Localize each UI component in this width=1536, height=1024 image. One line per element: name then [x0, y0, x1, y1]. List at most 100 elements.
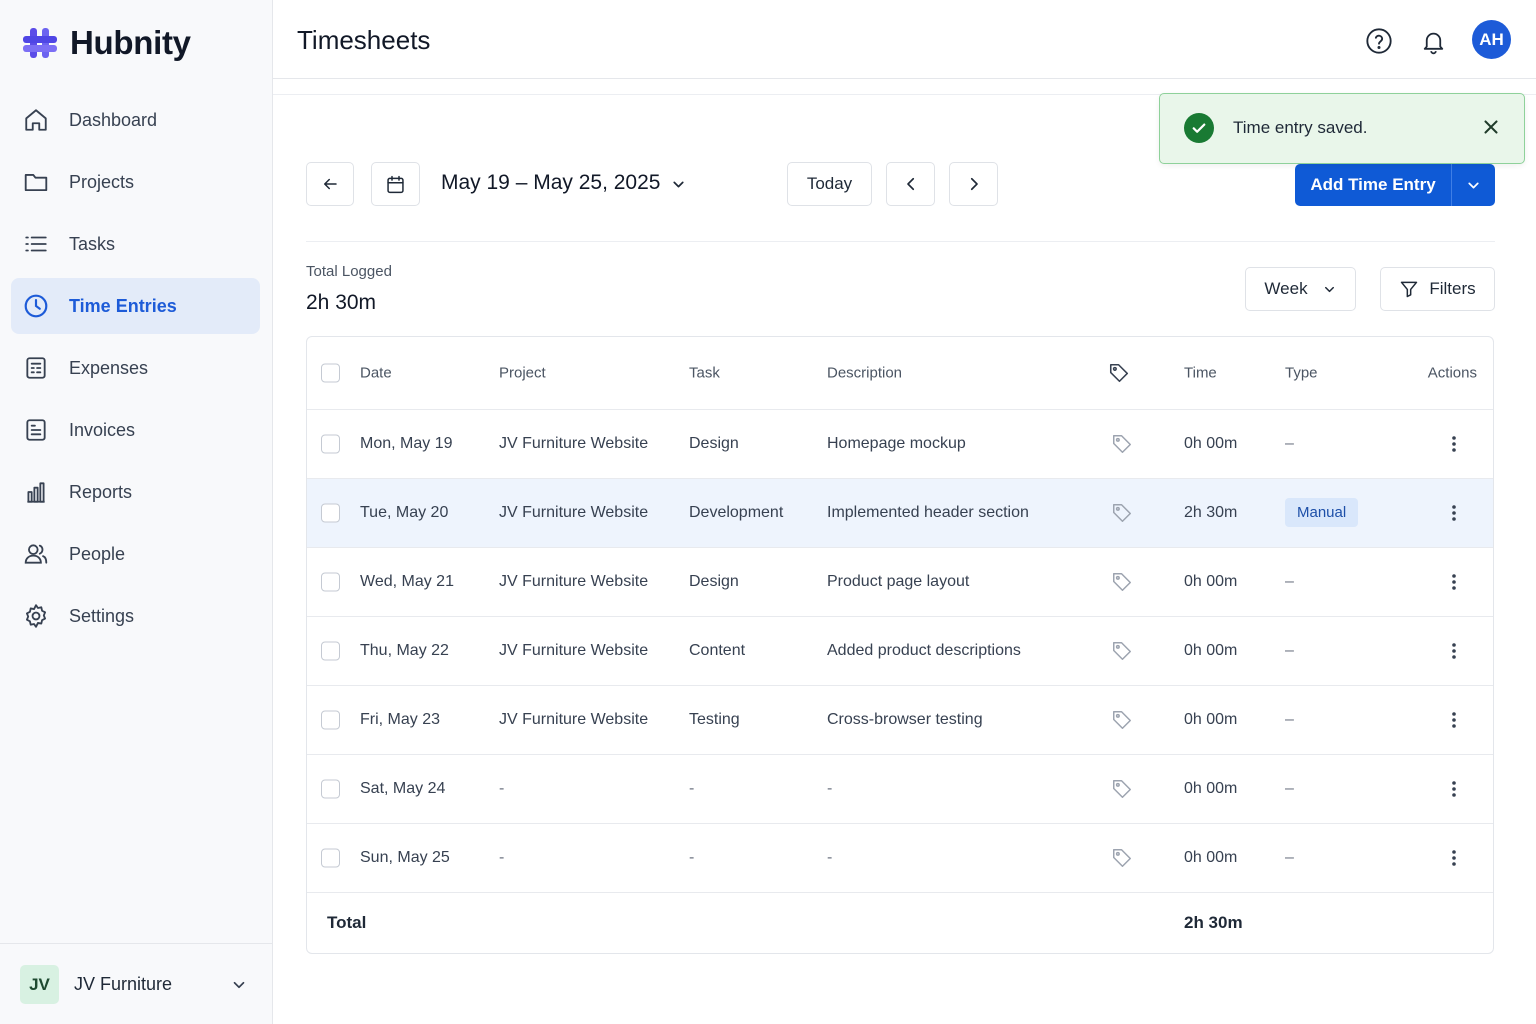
tag-icon[interactable] [1111, 433, 1133, 455]
next-week-button[interactable] [949, 162, 998, 206]
time-cell[interactable]: 0h 00m [1184, 780, 1237, 798]
today-button[interactable]: Today [787, 162, 872, 206]
column-header-project[interactable]: Project [499, 365, 546, 382]
time-cell[interactable]: 0h 00m [1184, 642, 1237, 660]
home-icon [23, 107, 49, 133]
add-time-entry-button[interactable]: Add Time Entry [1295, 164, 1451, 206]
table-row[interactable]: Fri, May 23 JV Furniture Website Testing Cr… [307, 686, 1493, 755]
project-cell[interactable]: JV Furniture Website [499, 573, 648, 591]
more-actions-icon[interactable] [1451, 504, 1457, 522]
more-actions-icon[interactable] [1451, 642, 1457, 660]
top-header [273, 0, 1536, 79]
tag-icon[interactable] [1111, 847, 1133, 869]
sidebar-item-settings[interactable]: Settings [11, 588, 260, 644]
description-cell[interactable]: Cross-browser testing [827, 711, 983, 729]
table-row[interactable]: Sun, May 25 - - - 0h 00m – [307, 824, 1493, 893]
project-cell[interactable]: - [499, 849, 504, 867]
sidebar-item-expenses[interactable]: Expenses [11, 340, 260, 396]
description-cell[interactable]: Implemented header section [827, 504, 1029, 522]
tag-icon[interactable] [1111, 571, 1133, 593]
task-cell[interactable]: - [689, 849, 694, 867]
sidebar-item-tasks[interactable]: Tasks [11, 216, 260, 272]
user-avatar[interactable]: AH [1472, 20, 1511, 59]
sidebar-item-label: Invoices [69, 419, 136, 440]
bell-icon[interactable] [1416, 24, 1450, 58]
column-header-date[interactable]: Date [360, 365, 392, 382]
column-header-time[interactable]: Time [1184, 365, 1217, 382]
more-actions-icon[interactable] [1451, 435, 1457, 453]
app-logo[interactable]: Hubnity [22, 24, 191, 62]
sidebar-item-reports[interactable]: Reports [11, 464, 260, 520]
date-range-label[interactable]: May 19 – May 25, 2025 [441, 171, 660, 195]
project-cell[interactable]: JV Furniture Website [499, 711, 648, 729]
more-actions-icon[interactable] [1451, 849, 1457, 867]
chevron-down-icon[interactable] [230, 976, 248, 994]
more-actions-icon[interactable] [1451, 780, 1457, 798]
task-cell[interactable]: Testing [689, 711, 740, 729]
task-cell[interactable]: Design [689, 435, 739, 453]
row-checkbox[interactable] [321, 503, 340, 523]
back-button[interactable] [306, 162, 354, 206]
total-row-label: Total [327, 912, 367, 932]
sidebar-item-projects[interactable]: Projects [11, 154, 260, 210]
row-checkbox[interactable] [321, 641, 340, 661]
page-title: Timesheets [297, 25, 431, 55]
project-cell[interactable]: JV Furniture Website [499, 504, 648, 522]
project-cell[interactable]: JV Furniture Website [499, 435, 648, 453]
description-cell[interactable]: Added product descriptions [827, 642, 1021, 660]
sidebar-item-invoices[interactable]: Invoices [11, 402, 260, 458]
period-select[interactable]: Week [1245, 267, 1356, 311]
table-row[interactable]: Thu, May 22 JV Furniture Website Content Ad… [307, 617, 1493, 686]
previous-week-button[interactable] [886, 162, 935, 206]
time-cell[interactable]: 0h 00m [1184, 849, 1237, 867]
task-cell[interactable]: Development [689, 504, 783, 522]
close-icon[interactable] [1480, 116, 1502, 138]
tag-icon[interactable] [1111, 502, 1133, 524]
project-cell[interactable]: JV Furniture Website [499, 642, 648, 660]
type-cell: – [1285, 435, 1294, 452]
more-actions-icon[interactable] [1451, 573, 1457, 591]
sidebar-item-people[interactable]: People [11, 526, 260, 582]
row-checkbox[interactable] [321, 572, 340, 592]
description-cell[interactable]: - [827, 849, 832, 867]
description-cell[interactable]: - [827, 780, 832, 798]
table-row[interactable]: Sat, May 24 - - - 0h 00m – [307, 755, 1493, 824]
sidebar-item-label: Reports [69, 481, 133, 502]
column-header-type[interactable]: Type [1285, 365, 1318, 382]
add-options-dropdown-button[interactable] [1451, 164, 1495, 206]
more-actions-icon[interactable] [1451, 711, 1457, 729]
task-cell[interactable]: Design [689, 573, 739, 591]
sidebar-item-label: Dashboard [69, 109, 158, 130]
description-cell[interactable]: Product page layout [827, 573, 969, 591]
date-cell: Mon, May 19 [360, 435, 453, 452]
table-footer-row: Total 2h 30m [307, 891, 1493, 953]
time-cell[interactable]: 0h 00m [1184, 711, 1237, 729]
chevron-down-icon[interactable] [670, 176, 687, 193]
table-row[interactable]: Mon, May 19 JV Furniture Website Design Hom… [307, 410, 1493, 479]
table-row[interactable]: Wed, May 21 JV Furniture Website Design Pro… [307, 548, 1493, 617]
select-all-checkbox[interactable] [321, 363, 340, 383]
time-cell[interactable]: 0h 00m [1184, 435, 1237, 453]
sidebar-item-dashboard[interactable]: Dashboard [11, 92, 260, 148]
time-cell[interactable]: 0h 00m [1184, 573, 1237, 591]
tag-icon[interactable] [1111, 709, 1133, 731]
calendar-icon [385, 174, 406, 195]
description-cell[interactable]: Homepage mockup [827, 435, 966, 453]
tag-icon[interactable] [1111, 640, 1133, 662]
time-cell[interactable]: 2h 30m [1184, 504, 1237, 522]
column-header-description[interactable]: Description [827, 365, 902, 382]
row-checkbox[interactable] [321, 848, 340, 868]
calendar-button[interactable] [371, 162, 420, 206]
row-checkbox[interactable] [321, 779, 340, 799]
tag-icon[interactable] [1111, 778, 1133, 800]
column-header-task[interactable]: Task [689, 365, 720, 382]
task-cell[interactable]: Content [689, 642, 745, 660]
project-cell[interactable]: - [499, 780, 504, 798]
table-row[interactable]: Tue, May 20 JV Furniture Website Developme… [307, 479, 1493, 548]
filters-button[interactable]: Filters [1380, 267, 1495, 311]
sidebar-item-time-entries[interactable]: Time Entries [11, 278, 260, 334]
row-checkbox[interactable] [321, 434, 340, 454]
task-cell[interactable]: - [689, 780, 694, 798]
help-icon[interactable] [1362, 24, 1396, 58]
row-checkbox[interactable] [321, 710, 340, 730]
